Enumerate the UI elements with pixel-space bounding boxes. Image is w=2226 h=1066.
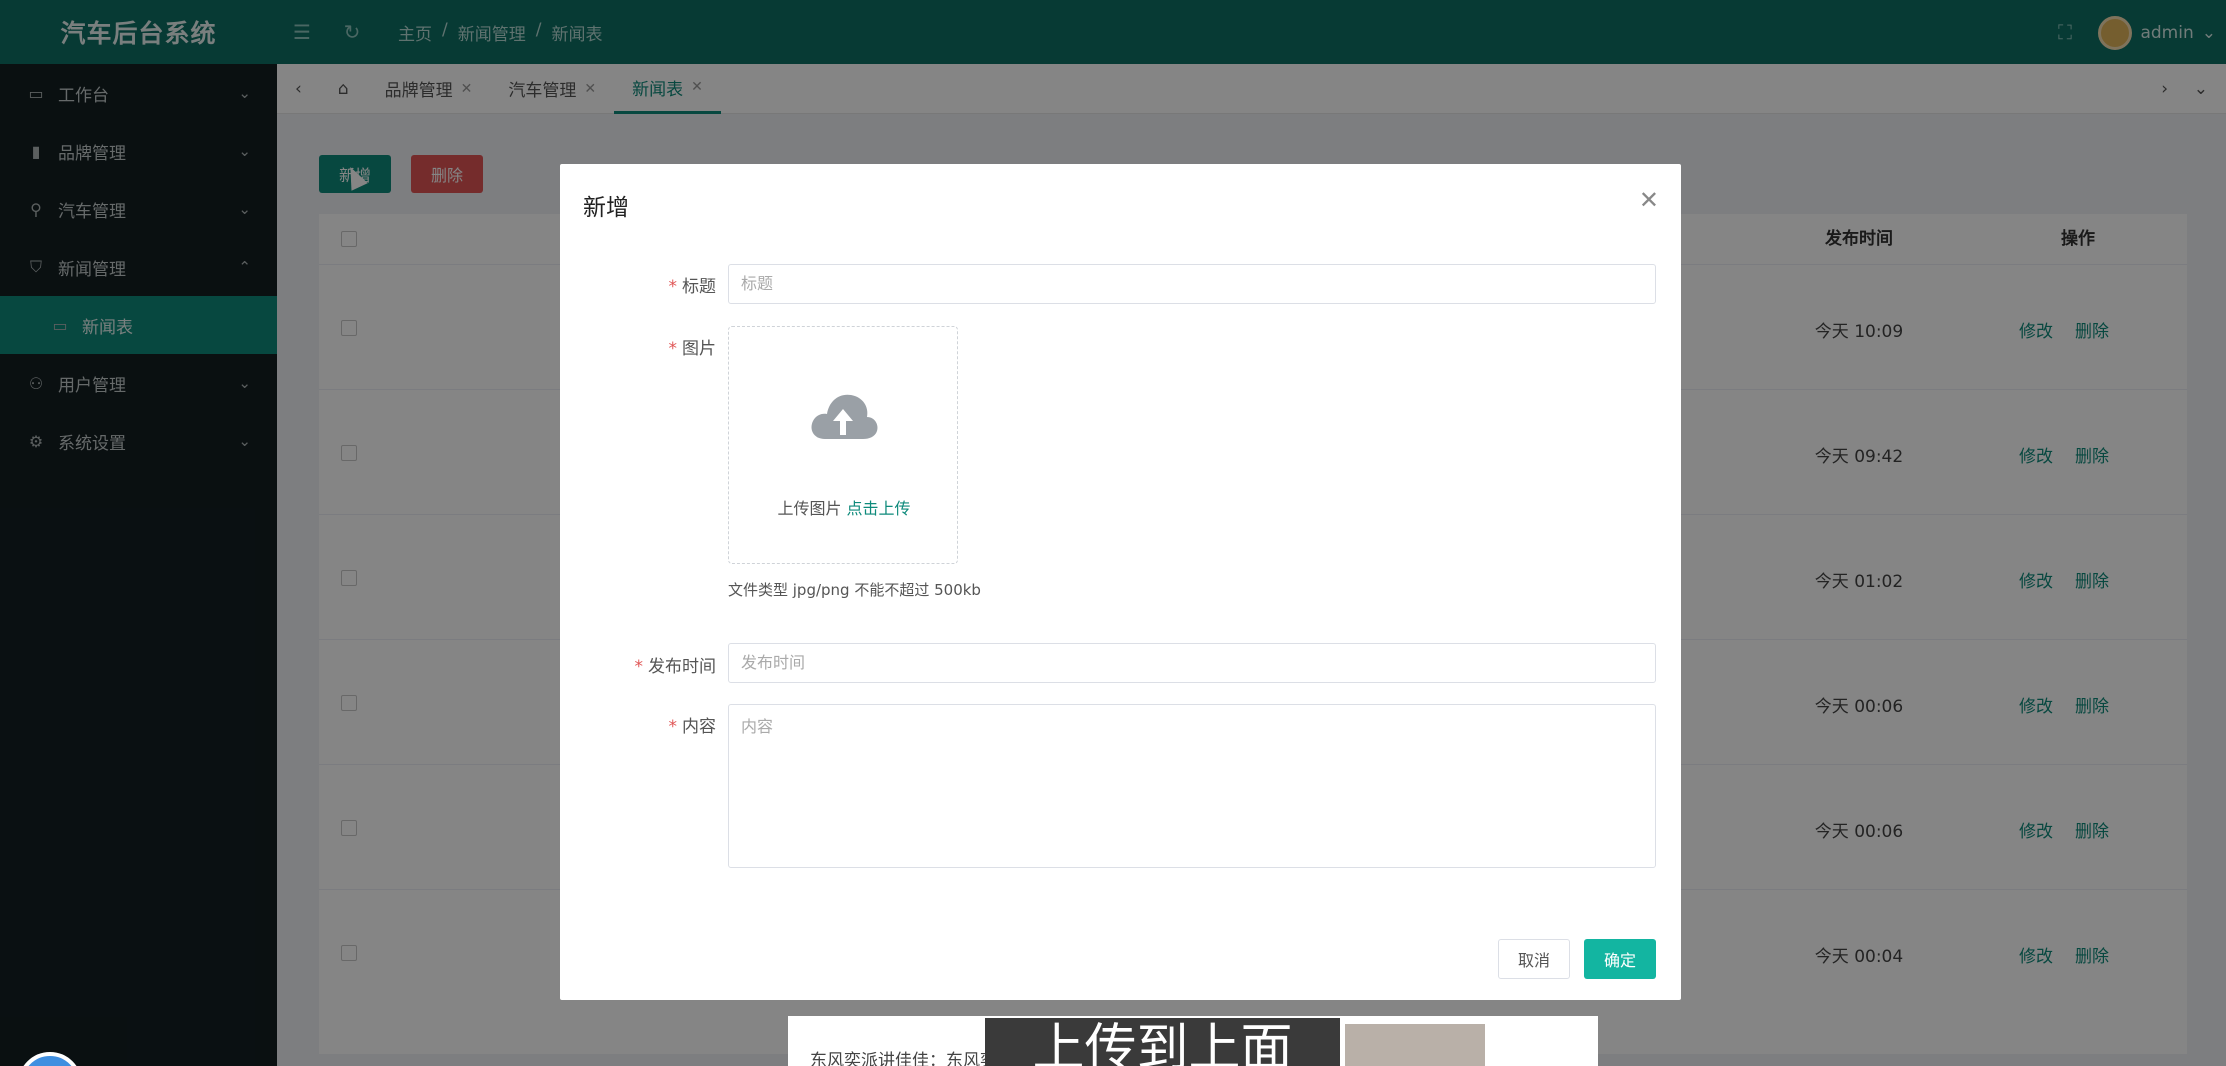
cancel-button[interactable]: 取消 [1498, 939, 1570, 979]
image-label: * 图片 [668, 339, 717, 359]
content-label: * 内容 [668, 717, 717, 737]
video-subtitle: 上传到上面 [985, 1018, 1340, 1066]
confirm-button[interactable]: 确定 [1584, 939, 1656, 979]
publish-time-input[interactable]: 发布时间 [728, 643, 1656, 683]
title-label: * 标题 [668, 277, 717, 297]
dialog-title: 新增 [583, 195, 629, 221]
add-news-dialog: 新增 ✕ * 标题 标题 * 图片 上传图片 点击上传 文件类型 jpg/png 不… [560, 164, 1681, 1000]
image-upload-area[interactable]: 上传图片 点击上传 [728, 326, 958, 564]
publish-time-label: * 发布时间 [634, 657, 717, 677]
title-input[interactable]: 标题 [728, 264, 1656, 304]
content-textarea[interactable]: 内容 [728, 704, 1656, 868]
upload-text: 上传图片 点击上传 [777, 499, 911, 518]
cloud-upload-icon [811, 394, 878, 439]
upload-tip: 文件类型 jpg/png 不能不超过 500kb [728, 581, 981, 599]
close-icon[interactable]: ✕ [1639, 186, 1659, 214]
row-title-preview: 东风奕派讲佳佳：东风奕派 [810, 1051, 1014, 1066]
row-thumbnail [1345, 1024, 1485, 1066]
upload-link[interactable]: 点击上传 [847, 499, 911, 518]
app-root: 汽车后台系统 ☰ ↻ 主页 / 新闻管理 / 新闻表 ⛶ admin ⌄ ▭ 工… [0, 0, 2226, 1066]
